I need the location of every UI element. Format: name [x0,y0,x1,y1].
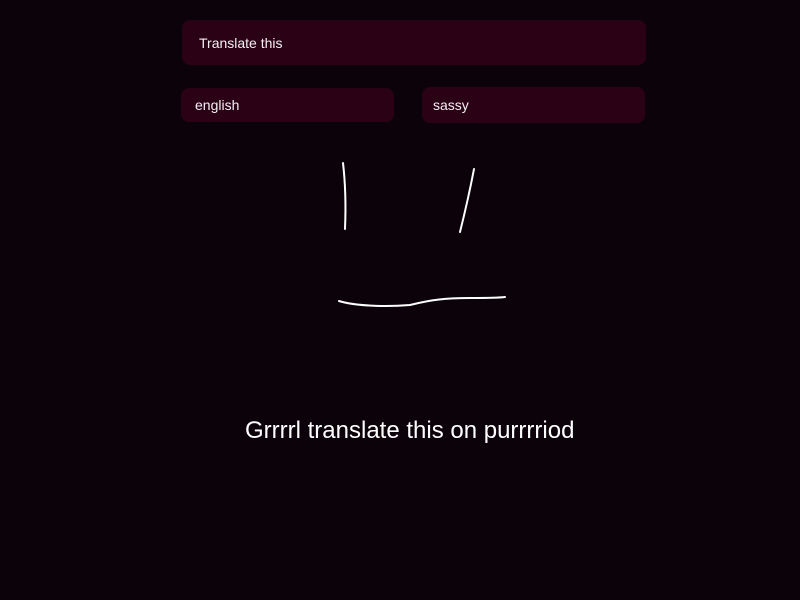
translate-input[interactable]: Translate this [182,20,646,65]
translation-output: Grrrrl translate this on purrrriod [245,417,575,444]
target-style-value: sassy [433,97,469,113]
target-style-field[interactable]: sassy [422,87,645,123]
source-language-value: english [195,97,240,113]
face-doodle-icon [338,162,506,307]
mouth-stroke [338,296,506,307]
left-eye-stroke [342,162,347,230]
right-eye-stroke [459,168,475,233]
source-language-field[interactable]: english [181,88,394,122]
translate-input-value: Translate this [199,34,283,51]
